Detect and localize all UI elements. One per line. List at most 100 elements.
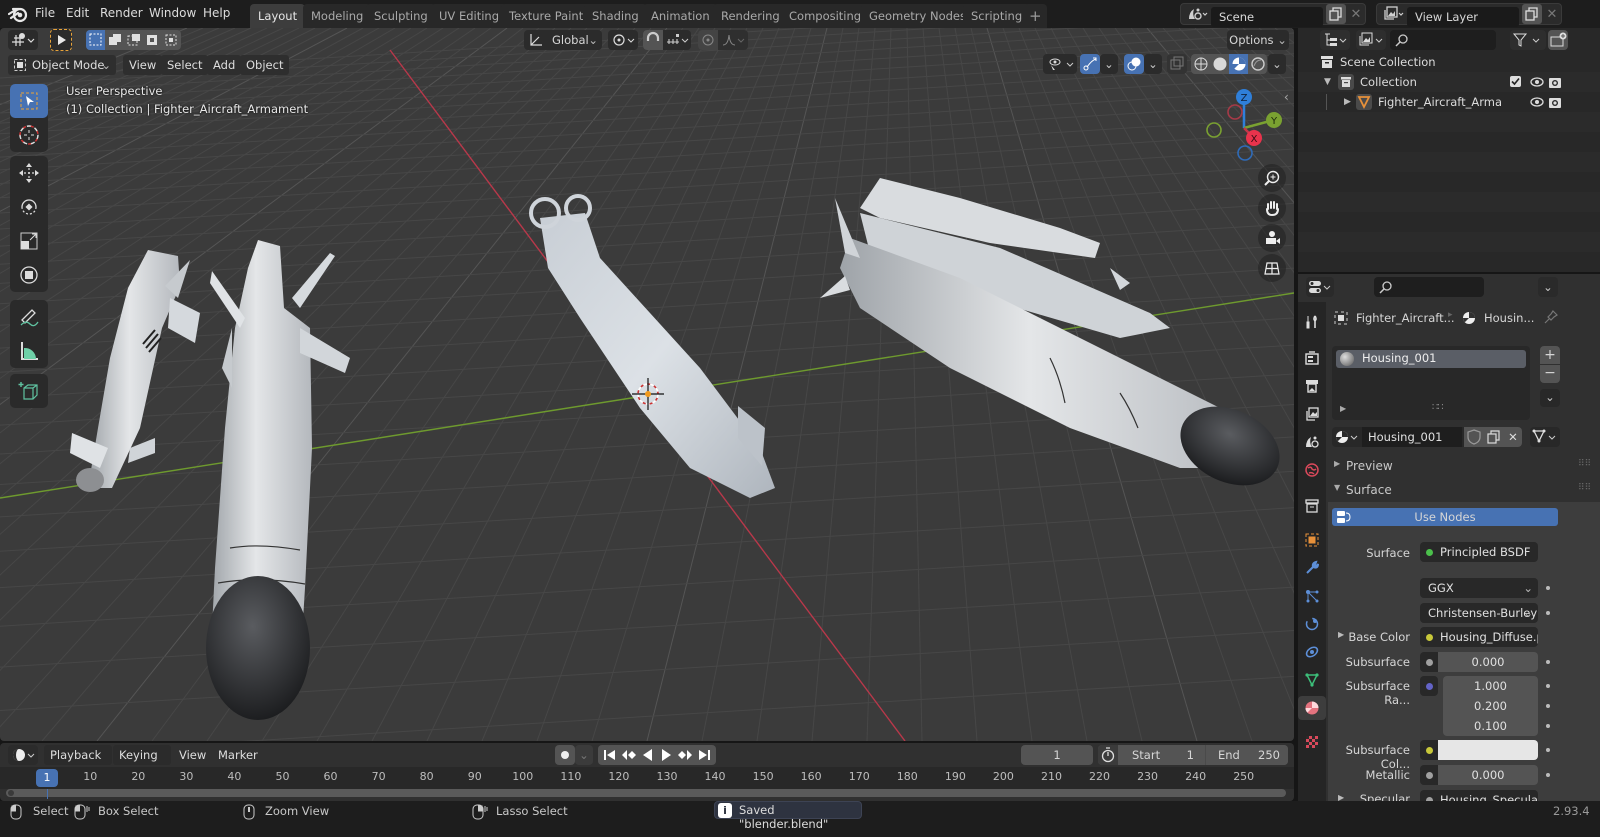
- remove-view-layer-icon[interactable]: ✕: [1543, 4, 1561, 24]
- gizmo-toggle-icon[interactable]: [1080, 54, 1100, 74]
- 3d-viewport[interactable]: Z Y X Global ⌄ Options ⌄ Object Mode ⌄ V…: [0, 28, 1294, 741]
- camera-render-icon[interactable]: [1548, 95, 1562, 109]
- menu-file[interactable]: File: [35, 6, 55, 20]
- jump-start-icon[interactable]: [600, 745, 619, 765]
- drag-handle-icon[interactable]: ⠿⠿: [1578, 459, 1591, 469]
- tab-geometry-nodes[interactable]: Geometry Nodes: [861, 4, 975, 28]
- object-mode-dropdown[interactable]: Object Mode ⌄: [8, 55, 116, 75]
- object-tab-icon[interactable]: [1300, 528, 1324, 552]
- eye-icon[interactable]: [1530, 95, 1544, 109]
- exclude-checkbox[interactable]: [1510, 76, 1521, 87]
- tab-rendering[interactable]: Rendering: [713, 4, 788, 28]
- modifier-tab-icon[interactable]: [1300, 556, 1324, 580]
- keyframe-dot-icon[interactable]: [1546, 684, 1550, 688]
- texture-tab-icon[interactable]: [1300, 730, 1324, 754]
- use-nodes-button[interactable]: Use Nodes: [1332, 508, 1558, 526]
- subsurface-field[interactable]: 0.000: [1438, 652, 1538, 672]
- tab-modeling[interactable]: Modeling: [303, 4, 372, 28]
- specular-field[interactable]: Housing_Specular: [1420, 790, 1538, 801]
- keyframe-dot-icon[interactable]: [1546, 586, 1550, 590]
- pan-view-button[interactable]: [1258, 194, 1286, 222]
- transform-tool[interactable]: [10, 258, 48, 292]
- view-layer-tab-icon[interactable]: [1300, 402, 1324, 426]
- subsurface-color-socket[interactable]: [1420, 740, 1438, 760]
- select-box-tool[interactable]: [10, 84, 48, 118]
- menu-select[interactable]: Select: [161, 55, 209, 75]
- keying-dropdown[interactable]: Keying ⌄: [113, 745, 171, 782]
- base-color-field[interactable]: Housing_Diffuse.png: [1420, 627, 1538, 647]
- rendered-shading-icon[interactable]: [1248, 54, 1267, 74]
- subsurface-radius-z-field[interactable]: 0.100: [1443, 716, 1538, 736]
- camera-view-button[interactable]: [1258, 224, 1286, 252]
- menu-edit[interactable]: Edit: [66, 6, 89, 20]
- subsurface-radius-socket[interactable]: [1420, 676, 1438, 696]
- menu-view[interactable]: View: [123, 55, 163, 75]
- tab-shading[interactable]: Shading: [584, 4, 647, 28]
- scene-tab-icon[interactable]: [1300, 430, 1324, 454]
- playback-dropdown[interactable]: Playback ⌄: [44, 745, 112, 782]
- sidebar-toggle-icon[interactable]: ‹: [1284, 90, 1289, 104]
- visibility-dropdown[interactable]: [1043, 54, 1077, 74]
- tool-tab-icon[interactable]: [1300, 310, 1324, 334]
- tab-texture-paint[interactable]: Texture Paint: [501, 4, 592, 28]
- preview-range-stopwatch-icon[interactable]: [1098, 745, 1118, 765]
- collection-tab-icon[interactable]: [1300, 494, 1324, 518]
- keyframe-dot-icon[interactable]: [1546, 773, 1550, 777]
- output-tab-icon[interactable]: [1300, 374, 1324, 398]
- outliner-search-input[interactable]: [1390, 30, 1496, 50]
- xray-toggle-icon[interactable]: [1167, 54, 1187, 74]
- remove-material-slot-button[interactable]: −: [1540, 365, 1560, 383]
- subsurface-radius-x-field[interactable]: 1.000: [1443, 676, 1538, 696]
- view-layer-icon[interactable]: [1381, 5, 1407, 23]
- keyframe-dot-icon[interactable]: [1546, 724, 1550, 728]
- metallic-socket[interactable]: [1420, 765, 1438, 785]
- expand-arrow-icon[interactable]: ▼: [1324, 72, 1331, 92]
- small-missile-model[interactable]: [70, 250, 200, 492]
- status-report-message[interactable]: i Saved "blender.blend": [714, 801, 862, 831]
- proportional-edit-icon[interactable]: [698, 30, 718, 50]
- properties-options-dropdown[interactable]: ⌄: [1538, 277, 1558, 297]
- solid-shading-icon[interactable]: [1210, 54, 1229, 74]
- timeline-scrollbar[interactable]: [6, 789, 1286, 797]
- resize-handle-icon[interactable]: ∷∷: [1432, 402, 1444, 413]
- select-new-icon[interactable]: [86, 30, 105, 50]
- pin-icon[interactable]: [1544, 310, 1558, 324]
- editor-type-button[interactable]: [8, 30, 38, 50]
- snap-increment-icon[interactable]: [665, 30, 691, 50]
- data-tab-icon[interactable]: [1300, 668, 1324, 692]
- blender-logo-icon[interactable]: [8, 5, 28, 23]
- camera-render-icon[interactable]: [1548, 75, 1562, 89]
- filter-dropdown[interactable]: [1510, 30, 1546, 50]
- center-pod-model[interactable]: [529, 194, 775, 498]
- subsurface-socket[interactable]: [1420, 652, 1438, 672]
- drag-handle-icon[interactable]: ⠿⠿: [1578, 483, 1591, 493]
- viewport-scene[interactable]: Z Y X: [0, 28, 1294, 741]
- unlink-scene-icon[interactable]: ✕: [1347, 4, 1365, 24]
- add-cube-tool[interactable]: [10, 374, 48, 408]
- subsurface-radius-y-field[interactable]: 0.200: [1443, 696, 1538, 716]
- timeline-editor-type-button[interactable]: [8, 745, 38, 765]
- material-preview-shading-icon[interactable]: [1229, 54, 1248, 74]
- menu-add[interactable]: Add: [207, 55, 242, 75]
- menu-window[interactable]: Window: [149, 6, 196, 20]
- scrollbar-handle[interactable]: [8, 790, 14, 796]
- surface-panel-header[interactable]: ▼ Surface ⠿⠿: [1328, 480, 1600, 502]
- overlay-dropdown[interactable]: ⌄: [1144, 54, 1162, 74]
- keyframe-dot-icon[interactable]: [1546, 704, 1550, 708]
- display-mode-button[interactable]: [1356, 30, 1386, 50]
- fake-user-shield-icon[interactable]: [1464, 427, 1484, 447]
- playhead-frame-indicator[interactable]: 1: [36, 769, 58, 787]
- properties-editor-type-button[interactable]: [1306, 277, 1334, 297]
- eye-icon[interactable]: [1530, 75, 1544, 89]
- constraints-tab-icon[interactable]: [1300, 640, 1324, 664]
- duplicate-view-layer-icon[interactable]: [1522, 4, 1542, 24]
- menu-object[interactable]: Object: [240, 55, 290, 75]
- select-extend-icon[interactable]: [105, 30, 124, 50]
- zoom-view-button[interactable]: [1258, 164, 1286, 192]
- select-tool-button[interactable]: [50, 29, 72, 51]
- play-reverse-icon[interactable]: [638, 745, 657, 765]
- snap-magnet-icon[interactable]: [643, 30, 663, 50]
- select-intersect-icon[interactable]: [162, 30, 181, 50]
- annotate-tool[interactable]: [10, 300, 48, 334]
- shading-dropdown[interactable]: ⌄: [1268, 54, 1286, 74]
